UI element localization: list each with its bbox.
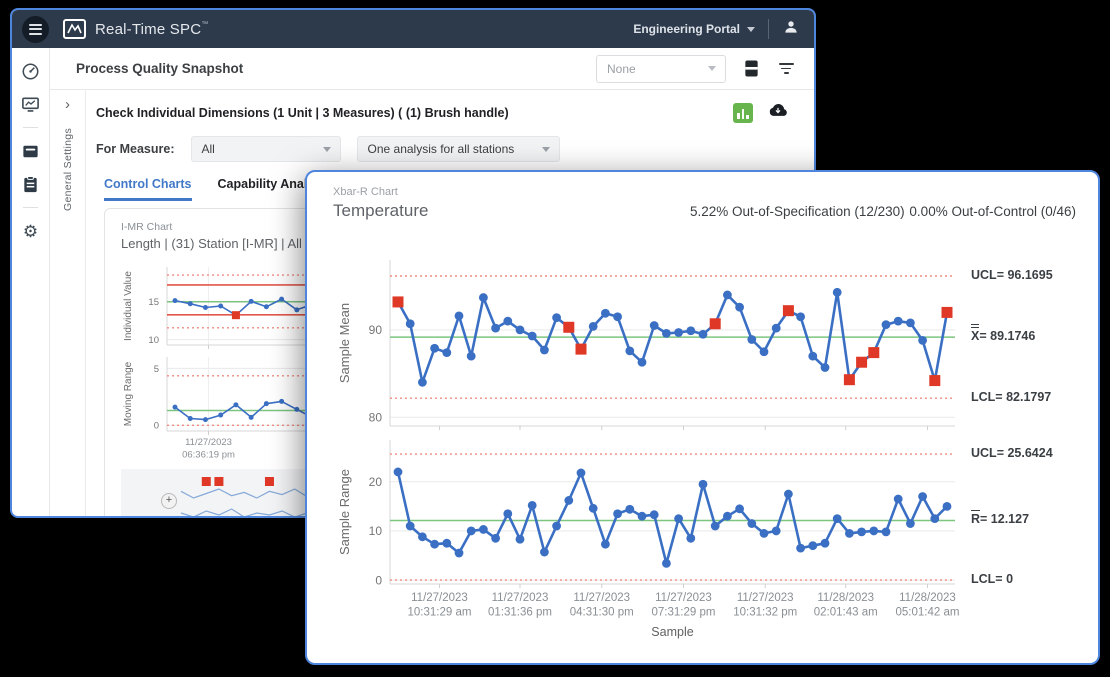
preset-select-value: None xyxy=(607,62,636,76)
svg-text:11/27/2023: 11/27/2023 xyxy=(492,592,549,604)
section-header: Check Individual Dimensions (1 Unit | 3 … xyxy=(96,102,794,123)
limit-label: X= 89.1746 xyxy=(971,329,1035,343)
app-header: Real-Time SPC™ Engineering Portal xyxy=(12,10,814,48)
svg-text:Moving Range: Moving Range xyxy=(123,361,134,426)
svg-text:11/27/2023: 11/27/2023 xyxy=(655,592,712,604)
svg-text:11/27/2023: 11/27/2023 xyxy=(185,437,232,448)
svg-text:10: 10 xyxy=(369,524,383,538)
analyze-green-icon[interactable] xyxy=(733,103,753,123)
settings-strip: › General Settings xyxy=(50,90,86,516)
svg-text:0: 0 xyxy=(154,421,159,432)
analysis-select[interactable]: One analysis for all stations xyxy=(357,136,560,162)
overlay-chart-title: Temperature xyxy=(333,201,428,221)
for-measure-row: For Measure: All One analysis for all st… xyxy=(96,136,794,162)
icon-sidebar: ⚙ xyxy=(12,48,50,516)
page-title: Process Quality Snapshot xyxy=(76,61,243,76)
limit-label: UCL= 96.1695 xyxy=(971,268,1053,282)
caret-down-icon xyxy=(542,147,550,152)
svg-text:Individual Value: Individual Value xyxy=(123,271,134,341)
xbar-chart[interactable]: 80 90 Sample Mean xyxy=(335,254,985,432)
screenshot-stage: Real-Time SPC™ Engineering Portal xyxy=(0,0,1110,677)
svg-text:02:01:43 am: 02:01:43 am xyxy=(814,607,878,619)
range-chart[interactable]: 0 10 20 Sample Range 11/27/2023 10:31:29 am 11… xyxy=(335,434,985,646)
svg-text:90: 90 xyxy=(369,323,383,337)
monitor-chart-icon[interactable] xyxy=(21,94,41,114)
section-icons xyxy=(733,102,794,123)
collapse-chevron-icon[interactable]: › xyxy=(65,97,70,112)
limit-label: LCL= 82.1797 xyxy=(971,390,1051,404)
toolbar-right: None xyxy=(596,55,796,83)
preset-select[interactable]: None xyxy=(596,55,726,83)
svg-text:0: 0 xyxy=(375,573,382,587)
svg-text:Sample: Sample xyxy=(651,625,693,639)
analysis-select-value: One analysis for all stations xyxy=(368,142,515,156)
section-title: Check Individual Dimensions (1 Unit | 3 … xyxy=(96,106,509,120)
svg-text:Sample Mean: Sample Mean xyxy=(337,303,352,383)
overlay-chart-type-label: Xbar-R Chart xyxy=(333,186,398,198)
zoom-plus-button[interactable]: + xyxy=(161,493,177,509)
settings-gear-icon[interactable]: ⚙ xyxy=(21,221,41,241)
caret-down-icon xyxy=(708,66,716,71)
portal-dropdown[interactable]: Engineering Portal xyxy=(633,22,755,36)
svg-text:10:31:32 pm: 10:31:32 pm xyxy=(733,607,797,619)
save-icon[interactable] xyxy=(741,59,761,79)
tab-control-charts[interactable]: Control Charts xyxy=(104,177,192,201)
limit-label: R= 12.127 xyxy=(971,512,1029,526)
dashboard-gauge-icon[interactable] xyxy=(21,61,41,81)
app-title: Real-Time SPC™ xyxy=(95,21,208,38)
for-measure-label: For Measure: xyxy=(96,142,175,156)
svg-text:07:31:29 pm: 07:31:29 pm xyxy=(652,607,716,619)
header-right: Engineering Portal xyxy=(633,18,800,41)
filter-icon[interactable] xyxy=(776,59,796,79)
svg-text:11/27/2023: 11/27/2023 xyxy=(573,592,630,604)
svg-text:11/28/2023: 11/28/2023 xyxy=(817,592,874,604)
svg-text:11/27/2023: 11/27/2023 xyxy=(737,592,794,604)
measure-select[interactable]: All xyxy=(191,136,341,162)
svg-text:06:36:19 pm: 06:36:19 pm xyxy=(182,450,235,461)
xbar-r-overlay-window: Xbar-R Chart Temperature 5.22% Out-of-Sp… xyxy=(305,170,1100,665)
sidebar-divider xyxy=(23,127,38,128)
svg-text:01:31:36 pm: 01:31:36 pm xyxy=(488,607,552,619)
limit-labels-column: UCL= 96.1695 X= 89.1746 LCL= 82.1797 UCL= 2… xyxy=(971,172,1097,663)
storage-box-icon[interactable] xyxy=(21,141,41,161)
caret-down-icon xyxy=(323,147,331,152)
svg-text:11/28/2023: 11/28/2023 xyxy=(899,592,956,604)
portal-label: Engineering Portal xyxy=(633,22,740,36)
svg-text:11/27/2023: 11/27/2023 xyxy=(411,592,468,604)
download-cloud-icon[interactable] xyxy=(768,102,788,123)
caret-down-icon xyxy=(747,27,755,32)
out-of-spec-stat: 5.22% Out-of-Specification (12/230) xyxy=(690,204,905,219)
limit-label: UCL= 25.6424 xyxy=(971,446,1053,460)
svg-text:5: 5 xyxy=(154,364,159,375)
user-icon[interactable] xyxy=(782,18,800,41)
svg-text:05:01:42 am: 05:01:42 am xyxy=(896,607,960,619)
svg-text:10: 10 xyxy=(148,335,159,346)
limit-label: LCL= 0 xyxy=(971,572,1013,586)
svg-text:10:31:29 am: 10:31:29 am xyxy=(408,607,472,619)
measure-select-value: All xyxy=(202,142,215,156)
clipboard-icon[interactable] xyxy=(21,174,41,194)
logo-runchart-icon xyxy=(63,19,86,39)
sidebar-divider xyxy=(23,207,38,208)
page-toolbar: Process Quality Snapshot None xyxy=(50,48,814,90)
svg-text:20: 20 xyxy=(369,475,383,489)
general-settings-label: General Settings xyxy=(62,128,74,211)
svg-text:Sample Range: Sample Range xyxy=(337,469,352,555)
svg-text:04:31:30 pm: 04:31:30 pm xyxy=(570,607,634,619)
svg-text:80: 80 xyxy=(369,411,383,425)
trademark: ™ xyxy=(201,21,208,28)
svg-text:15: 15 xyxy=(148,297,159,308)
header-divider xyxy=(768,19,769,39)
menu-icon[interactable] xyxy=(22,16,49,43)
hamburger-lines xyxy=(29,24,42,35)
